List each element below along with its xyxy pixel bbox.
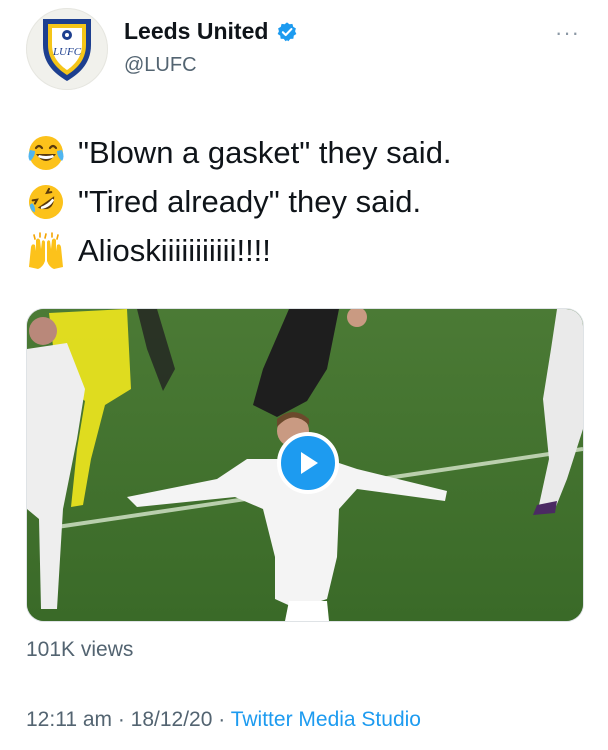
play-icon: [301, 452, 318, 474]
tweet-date[interactable]: 18/12/20: [131, 708, 213, 731]
author-name-row[interactable]: Leeds United: [124, 18, 298, 45]
tweet-meta: 12:11 am · 18/12/20 · Twitter Media Stud…: [26, 708, 421, 732]
leeds-crest-icon: LUFC: [43, 19, 91, 81]
tweet-line-text: "Tired already" they said.: [78, 183, 422, 219]
play-button[interactable]: [277, 432, 339, 494]
tweet-line: "Blown a gasket" they said.: [26, 128, 586, 177]
tweet-line: Alioskiiiiiiiiiii!!!!: [26, 226, 586, 275]
tweet-line-text: Alioskiiiiiiiiiii!!!!: [78, 232, 271, 268]
raising-hands-icon: [29, 231, 63, 269]
video-player[interactable]: [26, 308, 584, 622]
verified-badge-icon: [278, 21, 297, 41]
display-name[interactable]: Leeds United: [124, 18, 268, 45]
tweet-card: LUFC Leeds United @LUFC ··· "Blown a gas…: [0, 0, 608, 750]
face-with-tears-of-joy-icon: [28, 135, 64, 170]
avatar[interactable]: LUFC: [26, 8, 108, 90]
more-options-icon[interactable]: ···: [555, 22, 580, 44]
meta-separator: ·: [212, 708, 231, 731]
tweet-time[interactable]: 12:11 am: [26, 708, 112, 731]
crest-lettering: LUFC: [52, 46, 82, 58]
author-handle[interactable]: @LUFC: [124, 54, 197, 77]
meta-separator: ·: [112, 708, 131, 731]
tweet-line-text: "Blown a gasket" they said.: [78, 134, 452, 170]
rolling-on-the-floor-laughing-icon: [29, 184, 63, 219]
view-count: 101K views: [26, 638, 134, 661]
tweet-text: "Blown a gasket" they said. "Tired alrea…: [26, 128, 586, 275]
tweet-line: "Tired already" they said.: [26, 177, 586, 226]
tweet-source-link[interactable]: Twitter Media Studio: [231, 708, 421, 731]
